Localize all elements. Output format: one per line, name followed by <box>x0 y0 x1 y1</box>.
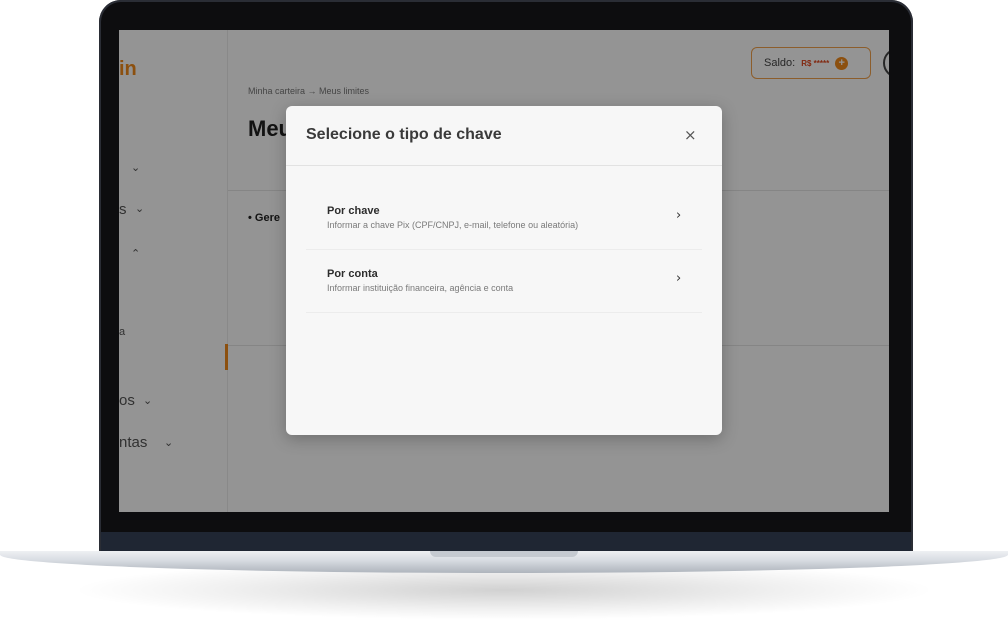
option-description: Informar instituição financeira, agência… <box>327 283 514 293</box>
key-type-modal: Selecione o tipo de chave × Por chave In… <box>286 106 722 435</box>
option-description: Informar a chave Pix (CPF/CNPJ, e-mail, … <box>327 220 579 230</box>
chevron-right-icon: › <box>676 271 682 286</box>
laptop-base-notch <box>430 551 578 557</box>
modal-header: Selecione o tipo de chave × <box>286 106 722 166</box>
laptop-screen: in ⌄ s ⌄ ⌃ a os ⌄ ntas ⌄ < Minha carteir… <box>119 30 889 512</box>
option-por-chave[interactable]: Por chave Informar a chave Pix (CPF/CNPJ… <box>306 186 702 250</box>
option-por-conta[interactable]: Por conta Informar instituição financeir… <box>306 249 702 313</box>
option-title: Por conta <box>327 268 378 280</box>
modal-title: Selecione o tipo de chave <box>306 126 502 143</box>
close-icon[interactable]: × <box>684 126 697 144</box>
chevron-right-icon: › <box>676 208 682 223</box>
option-title: Por chave <box>327 205 380 217</box>
laptop-lid-bottom <box>101 532 911 552</box>
